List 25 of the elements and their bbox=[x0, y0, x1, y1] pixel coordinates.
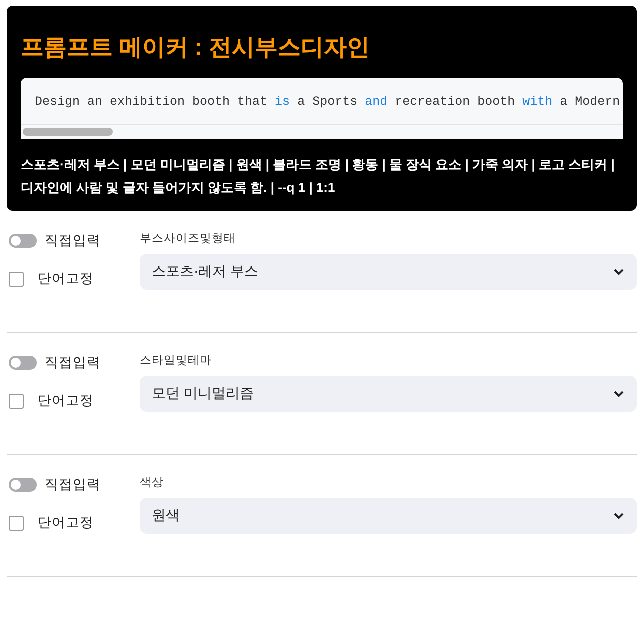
checkbox-label: 단어고정 bbox=[38, 270, 94, 288]
checkbox-label: 단어고정 bbox=[38, 392, 94, 410]
prompt-code-text: Design an exhibition booth that is a Sports and recreation booth with a Modern bbox=[21, 78, 623, 125]
toggle-switch[interactable] bbox=[9, 234, 37, 248]
dropdown-select[interactable]: 모던 미니멀리즘 bbox=[140, 376, 637, 412]
dropdown-select[interactable]: 스포츠·레저 부스 bbox=[140, 254, 637, 290]
checkbox[interactable] bbox=[9, 394, 24, 408]
toggle-switch[interactable] bbox=[9, 356, 37, 370]
toggle-switch[interactable] bbox=[9, 478, 37, 492]
checkbox[interactable] bbox=[9, 516, 24, 530]
toggle-label: 직접입력 bbox=[45, 476, 101, 494]
toggle-label: 직접입력 bbox=[45, 232, 101, 250]
field-label: 부스사이즈및형태 bbox=[140, 232, 237, 246]
dropdown-select[interactable]: 원색 bbox=[140, 498, 637, 534]
checkbox[interactable] bbox=[9, 272, 24, 286]
field-label: 색상 bbox=[140, 476, 165, 490]
chevron-down-icon bbox=[613, 390, 625, 398]
toggle-label: 직접입력 bbox=[45, 354, 101, 372]
field-label: 스타일및테마 bbox=[140, 354, 213, 368]
scrollbar-thumb[interactable] bbox=[23, 128, 113, 136]
prompt-summary: 스포츠·레저 부스 | 모던 미니멀리즘 | 원색 | 볼라드 조명 | 황동 | 물 장식 요소 | 가죽 의자 | 로고 스티커 | 디자인에 사람 및 글자 들어가지 않도록 함. | --q 1 | 1:1 bbox=[21, 156, 616, 197]
chevron-down-icon bbox=[613, 512, 625, 520]
chevron-down-icon bbox=[613, 268, 625, 276]
page-title: 프롬프트 메이커 : 전시부스디자인 bbox=[21, 33, 371, 62]
checkbox-label: 단어고정 bbox=[38, 514, 94, 532]
